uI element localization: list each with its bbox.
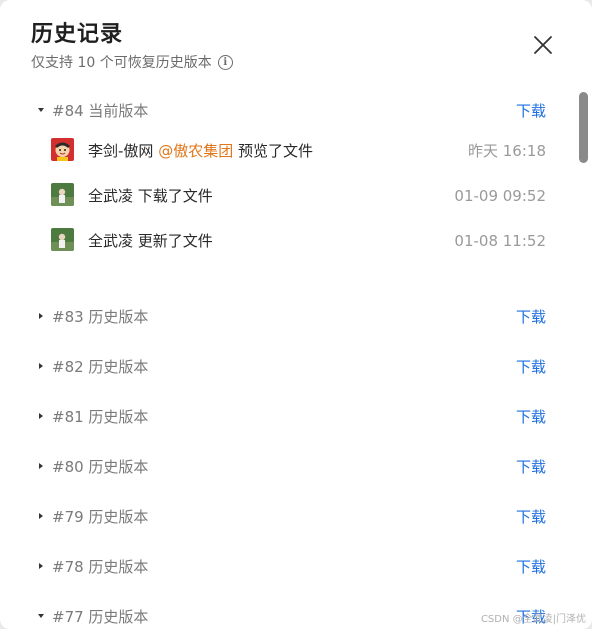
version-label: #82 历史版本 bbox=[52, 357, 149, 376]
activity-mention[interactable]: @傲农集团 bbox=[158, 142, 233, 160]
activity-time: 01-09 09:52 bbox=[454, 186, 546, 205]
download-link[interactable]: 下载 bbox=[516, 306, 546, 327]
avatar bbox=[51, 138, 74, 161]
scrollbar-thumb[interactable] bbox=[579, 92, 588, 163]
activity-user: 全武凌 bbox=[88, 187, 134, 205]
subtitle-text: 仅支持 10 个可恢复历史版本 bbox=[31, 55, 212, 71]
activity-item: 全武凌 更新了文件 01-08 11:52 bbox=[0, 218, 576, 263]
caret-right-icon[interactable] bbox=[36, 361, 46, 371]
download-link[interactable]: 下载 bbox=[516, 556, 546, 577]
activity-action: 预览了文件 bbox=[238, 142, 314, 160]
version-label: #78 历史版本 bbox=[52, 557, 149, 576]
avatar bbox=[51, 183, 74, 206]
dialog-header: 历史记录 仅支持 10 个可恢复历史版本 i bbox=[31, 20, 552, 72]
activity-action: 下载了文件 bbox=[137, 187, 213, 205]
activity-item: 全武凌 下载了文件 01-09 09:52 bbox=[0, 173, 576, 218]
history-dialog: 历史记录 仅支持 10 个可恢复历史版本 i #84 当前版本 下载 李剑-傲网… bbox=[0, 0, 592, 629]
activity-user: 李剑-傲网 bbox=[88, 142, 154, 160]
caret-down-icon[interactable] bbox=[36, 611, 46, 621]
version-row[interactable]: #83 历史版本 下载 bbox=[0, 291, 576, 341]
watermark: CSDN @全武凌|门泽优 bbox=[480, 614, 586, 625]
version-label: #80 历史版本 bbox=[52, 457, 149, 476]
caret-right-icon[interactable] bbox=[36, 411, 46, 421]
close-icon bbox=[534, 36, 552, 54]
activity-text: 李剑-傲网 @傲农集团 预览了文件 bbox=[88, 140, 313, 161]
dialog-title: 历史记录 bbox=[31, 22, 124, 47]
version-label: #77 历史版本 bbox=[52, 607, 149, 626]
caret-down-icon[interactable] bbox=[36, 105, 46, 115]
version-label: #79 历史版本 bbox=[52, 507, 149, 526]
version-label: #84 当前版本 bbox=[52, 101, 149, 120]
info-icon[interactable]: i bbox=[217, 54, 233, 70]
version-label: #83 历史版本 bbox=[52, 307, 149, 326]
version-row[interactable]: #79 历史版本 下载 bbox=[0, 491, 576, 541]
dialog-subtitle: 仅支持 10 个可恢复历史版本 i bbox=[31, 52, 552, 72]
download-link[interactable]: 下载 bbox=[516, 506, 546, 527]
version-row[interactable]: #78 历史版本 下载 bbox=[0, 541, 576, 591]
activity-time: 昨天 16:18 bbox=[468, 142, 546, 160]
version-list: #84 当前版本 下载 李剑-傲网 @傲农集团 预览了文件 昨天 16:18 全… bbox=[0, 92, 576, 629]
caret-right-icon[interactable] bbox=[36, 561, 46, 571]
activity-time: 01-08 11:52 bbox=[454, 231, 546, 250]
download-link[interactable]: 下载 bbox=[516, 100, 546, 121]
caret-right-icon[interactable] bbox=[36, 511, 46, 521]
version-row-84[interactable]: #84 当前版本 下载 bbox=[0, 92, 576, 128]
download-link[interactable]: 下载 bbox=[516, 406, 546, 427]
close-button[interactable] bbox=[531, 33, 555, 57]
version-label: #81 历史版本 bbox=[52, 407, 149, 426]
activity-item: 李剑-傲网 @傲农集团 预览了文件 昨天 16:18 bbox=[0, 128, 576, 173]
download-link[interactable]: 下载 bbox=[516, 456, 546, 477]
avatar bbox=[51, 228, 74, 251]
activity-action: 更新了文件 bbox=[137, 232, 213, 250]
version-row[interactable]: #80 历史版本 下载 bbox=[0, 441, 576, 491]
caret-right-icon[interactable] bbox=[36, 461, 46, 471]
version-row[interactable]: #82 历史版本 下载 bbox=[0, 341, 576, 391]
caret-right-icon[interactable] bbox=[36, 311, 46, 321]
version-row[interactable]: #81 历史版本 下载 bbox=[0, 391, 576, 441]
activity-user: 全武凌 bbox=[88, 232, 134, 250]
download-link[interactable]: 下载 bbox=[516, 356, 546, 377]
scrollbar-track[interactable] bbox=[576, 90, 590, 629]
history-version-group: #83 历史版本 下载 #82 历史版本 下载 #81 历史版本 下载 #80 历史版本 下载… bbox=[0, 291, 576, 629]
activity-text: 全武凌 更新了文件 bbox=[88, 230, 213, 251]
activity-text: 全武凌 下载了文件 bbox=[88, 185, 213, 206]
